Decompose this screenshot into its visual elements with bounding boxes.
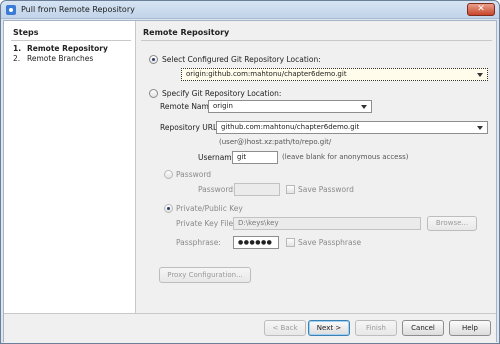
help-button[interactable]: Help <box>449 320 491 336</box>
step-label: Remote Branches <box>27 54 94 63</box>
username-hint: (leave blank for anonymous access) <box>282 153 409 161</box>
steps-divider <box>11 40 131 41</box>
step-item-remote-branches: 2. Remote Branches <box>13 54 93 63</box>
private-key-file-field[interactable]: D:\keys\key <box>233 217 421 230</box>
repository-url-hint: (user@)host.xz:path/to/repo.git/ <box>219 138 332 146</box>
password-field[interactable] <box>234 183 280 196</box>
back-button[interactable]: < Back <box>264 320 306 336</box>
password-radio-label: Password <box>176 170 212 179</box>
password-label: Password: <box>198 185 236 194</box>
step-number: 1. <box>13 44 22 53</box>
title-bar[interactable]: Pull from Remote Repository ✕ <box>1 1 499 19</box>
remote-name-combo[interactable]: origin <box>208 100 372 113</box>
browse-button[interactable]: Browse... <box>427 216 477 231</box>
repository-url-value: github.com:mahtonu/chapter6demo.git <box>221 123 360 131</box>
panel-divider <box>141 40 492 41</box>
app-icon <box>6 5 16 15</box>
private-key-radio-label: Private/Public Key <box>176 204 243 213</box>
private-key-file-value: D:\keys\key <box>238 219 279 227</box>
button-bar: < Back Next > Finish Cancel Help <box>4 313 496 343</box>
passphrase-value: ●●●●●● <box>238 239 273 246</box>
next-button[interactable]: Next > <box>308 320 350 336</box>
save-password-checkbox[interactable] <box>286 185 295 194</box>
step-item-remote-repository: 1. Remote Repository <box>13 44 108 53</box>
password-radio[interactable] <box>164 170 173 179</box>
select-configured-radio[interactable] <box>149 55 158 64</box>
step-number: 2. <box>13 54 21 63</box>
close-button[interactable]: ✕ <box>467 3 495 16</box>
finish-button[interactable]: Finish <box>355 320 397 336</box>
private-key-file-label: Private Key File: <box>176 219 236 228</box>
dialog-client-area: Steps 1. Remote Repository 2. Remote Branc… <box>3 20 497 343</box>
repository-url-combo[interactable]: github.com:mahtonu/chapter6demo.git <box>216 121 488 134</box>
specify-location-label: Specify Git Repository Location: <box>162 89 282 98</box>
username-value: git <box>237 153 247 161</box>
passphrase-label: Passphrase: <box>176 238 221 247</box>
cancel-button[interactable]: Cancel <box>402 320 444 336</box>
remote-name-value: origin <box>213 102 233 110</box>
configured-repository-value: origin:github.com:mahtonu/chapter6demo.g… <box>186 70 347 78</box>
passphrase-field[interactable]: ●●●●●● <box>233 236 279 249</box>
private-key-radio[interactable] <box>164 204 173 213</box>
save-password-label: Save Password <box>298 185 354 194</box>
repository-url-label: Repository URL: <box>160 123 220 132</box>
configured-repository-combo[interactable]: origin:github.com:mahtonu/chapter6demo.g… <box>181 68 488 81</box>
step-label: Remote Repository <box>27 44 108 53</box>
panel-title: Remote Repository <box>143 28 230 37</box>
steps-title: Steps <box>13 28 39 37</box>
specify-location-radio[interactable] <box>149 89 158 98</box>
dialog-window: Pull from Remote Repository ✕ Steps 1. Re… <box>0 0 500 344</box>
steps-panel: Steps 1. Remote Repository 2. Remote Branc… <box>4 21 136 313</box>
proxy-configuration-button[interactable]: Proxy Configuration... <box>159 267 251 283</box>
save-passphrase-label: Save Passphrase <box>298 238 362 247</box>
chevron-down-icon[interactable] <box>477 126 483 130</box>
window-title: Pull from Remote Repository <box>21 5 135 14</box>
save-passphrase-checkbox[interactable] <box>286 238 295 247</box>
chevron-down-icon[interactable] <box>361 105 367 109</box>
select-configured-label: Select Configured Git Repository Locatio… <box>162 55 321 64</box>
username-field[interactable]: git <box>232 151 278 164</box>
chevron-down-icon[interactable] <box>477 73 483 77</box>
